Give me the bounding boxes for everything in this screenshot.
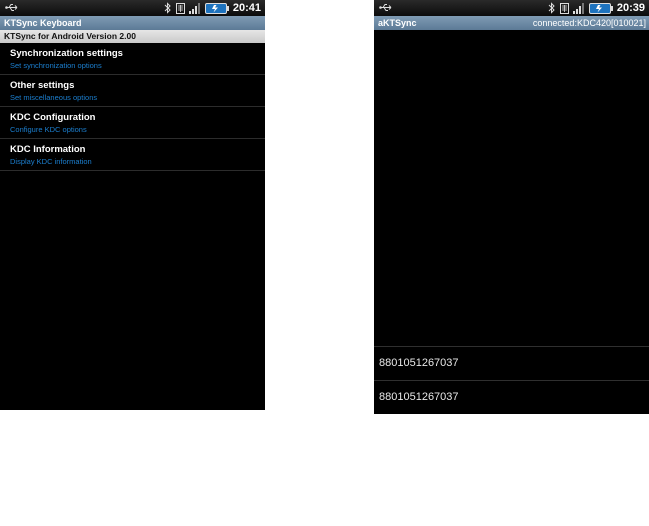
- settings-item-summary: Set miscellaneous options: [10, 93, 98, 102]
- app-title-bar: KTSync Keyboard: [0, 16, 265, 30]
- connection-status: connected:KDC420[010021]: [532, 18, 646, 28]
- version-text: KTSync for Android Version 2.00: [4, 31, 136, 41]
- usb-icon: [379, 4, 392, 11]
- usb-icon: [5, 4, 18, 11]
- settings-item-title: KDC Configuration: [10, 112, 96, 123]
- settings-item-title: Synchronization settings: [10, 48, 123, 59]
- status-bar: 20:39: [374, 0, 649, 16]
- settings-item-synchronization[interactable]: Synchronization settings Set synchroniza…: [0, 43, 265, 75]
- sim-icon: [559, 2, 569, 14]
- barcode-value: 8801051267037: [379, 357, 459, 369]
- app-title: aKTSync: [378, 18, 417, 28]
- status-time: 20:39: [616, 2, 645, 14]
- app-title-bar: aKTSync connected:KDC420[010021]: [374, 16, 649, 30]
- settings-item-title: KDC Information: [10, 144, 86, 155]
- battery-icon: [204, 2, 229, 14]
- barcode-value: 8801051267037: [379, 391, 459, 403]
- bluetooth-icon: [548, 2, 555, 14]
- signal-icon: [572, 2, 584, 14]
- right-phone-screen: 20:39 aKTSync connected:KDC420[010021] 8…: [374, 0, 649, 414]
- sim-icon: [175, 2, 185, 14]
- settings-item-kdc-information[interactable]: KDC Information Display KDC information: [0, 139, 265, 171]
- settings-item-summary: Configure KDC options: [10, 125, 87, 134]
- settings-item-title: Other settings: [10, 80, 75, 91]
- version-header: KTSync for Android Version 2.00: [0, 30, 265, 43]
- status-time: 20:41: [232, 2, 261, 14]
- bluetooth-icon: [164, 2, 171, 14]
- scan-list-item[interactable]: 8801051267037: [374, 380, 649, 413]
- settings-item-summary: Display KDC information: [10, 157, 92, 166]
- status-bar: 20:41: [0, 0, 265, 16]
- signal-icon: [188, 2, 200, 14]
- scan-list-item[interactable]: 8801051267037: [374, 346, 649, 379]
- settings-item-summary: Set synchronization options: [10, 61, 102, 70]
- left-phone-screen: 20:41 KTSync Keyboard KTSync for Android…: [0, 0, 265, 410]
- app-title: KTSync Keyboard: [4, 18, 82, 28]
- settings-item-kdc-configuration[interactable]: KDC Configuration Configure KDC options: [0, 107, 265, 139]
- settings-item-other[interactable]: Other settings Set miscellaneous options: [0, 75, 265, 107]
- battery-icon: [588, 2, 613, 14]
